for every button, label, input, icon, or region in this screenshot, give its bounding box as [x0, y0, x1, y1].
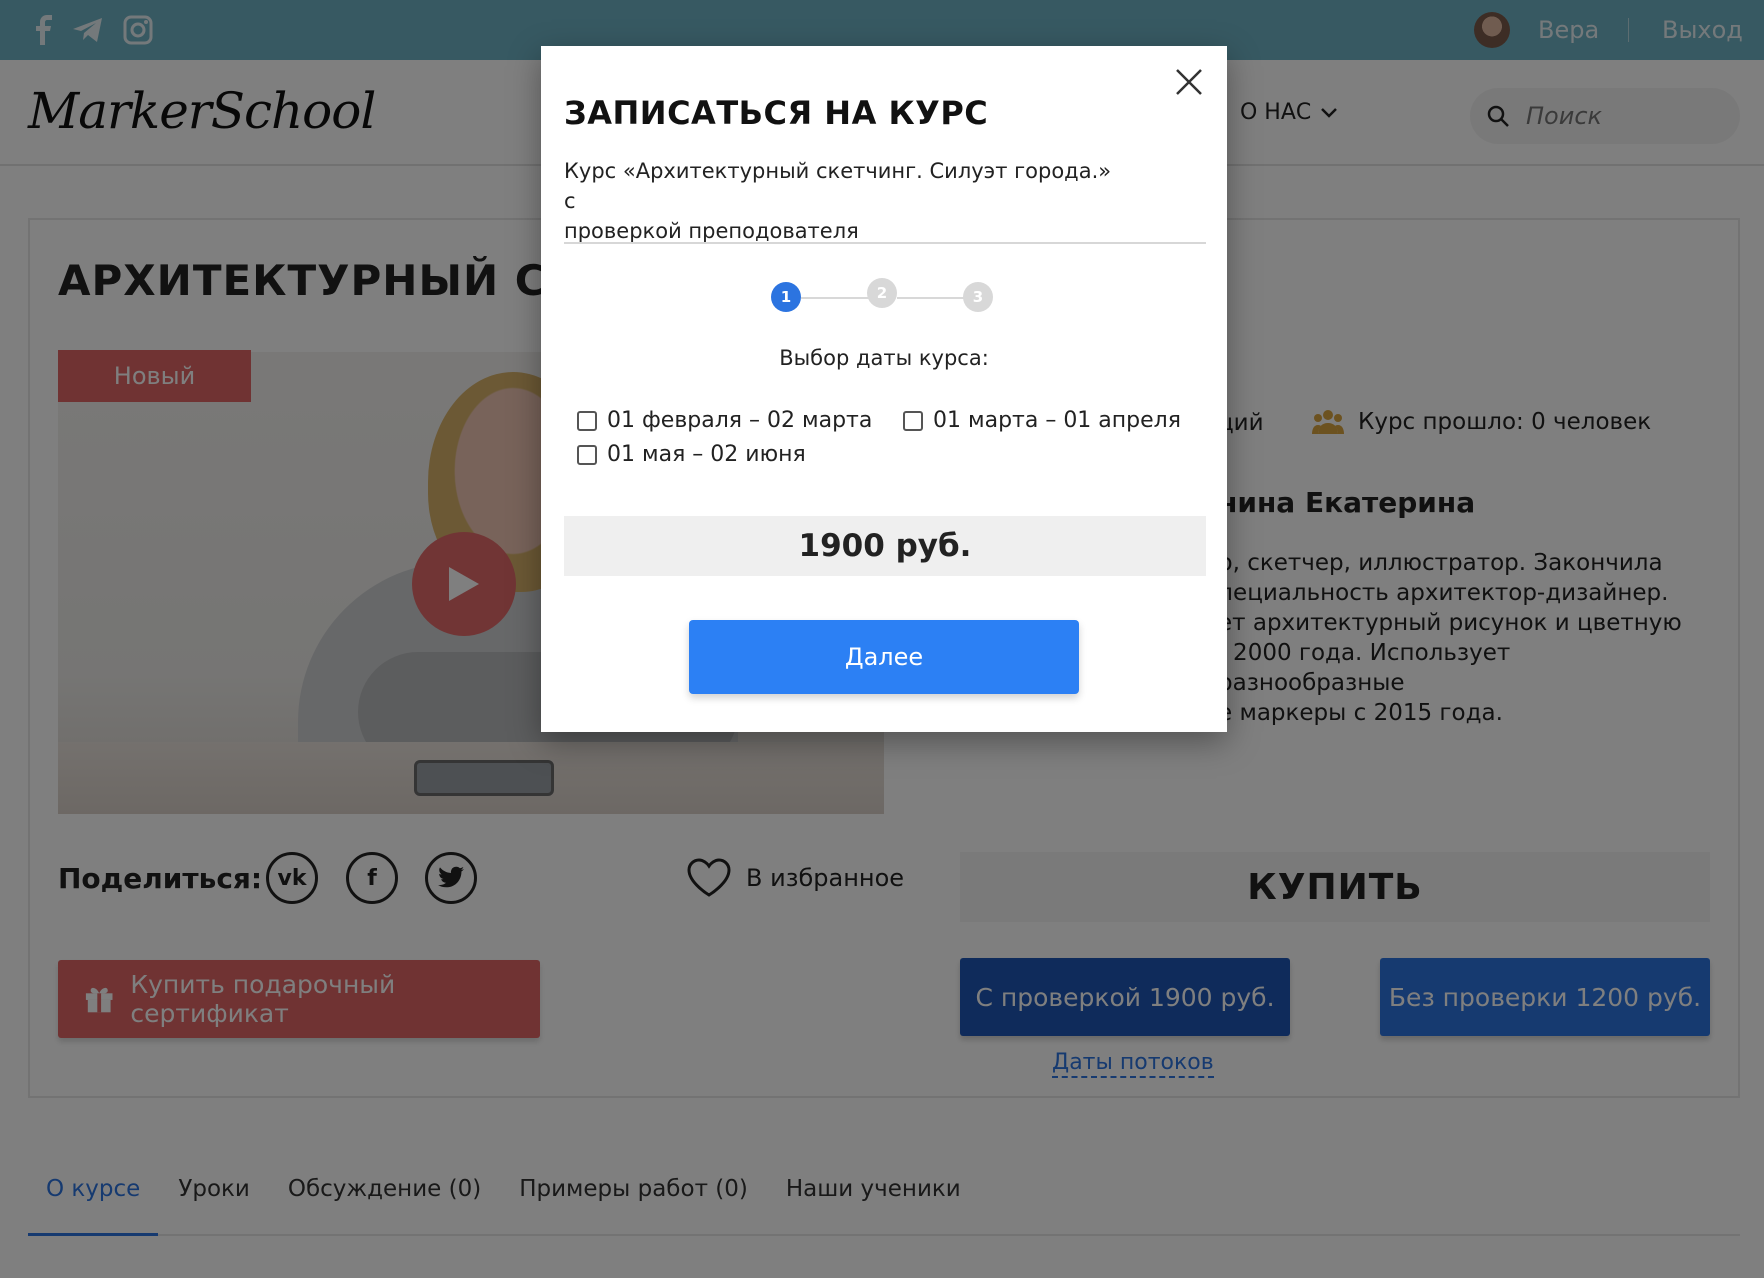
modal-description: Курс «Архитектурный скетчинг. Силуэт гор…	[564, 156, 1124, 246]
step-2: 2	[867, 278, 897, 308]
modal-title: ЗАПИСАТЬСЯ НА КУРС	[564, 94, 989, 132]
close-button[interactable]	[1167, 60, 1211, 104]
date-option-label: 01 марта – 01 апреля	[933, 408, 1181, 433]
date-option[interactable]: 01 мая – 02 июня	[577, 442, 806, 467]
modal-description-line: Курс «Архитектурный скетчинг. Силуэт гор…	[564, 159, 1112, 213]
date-choose-label: Выбор даты курса:	[779, 346, 989, 370]
close-icon	[1176, 69, 1202, 95]
checkbox[interactable]	[577, 410, 597, 431]
divider	[564, 242, 1206, 244]
date-option-label: 01 февраля – 02 марта	[607, 408, 873, 433]
price-display: 1900 руб.	[564, 516, 1206, 576]
checkbox[interactable]	[577, 444, 597, 465]
date-option-label: 01 мая – 02 июня	[607, 442, 806, 467]
step-1: 1	[771, 282, 801, 312]
date-option[interactable]: 01 марта – 01 апреля	[903, 408, 1181, 433]
enroll-modal: ЗАПИСАТЬСЯ НА КУРС Курс «Архитектурный с…	[541, 46, 1227, 732]
date-option[interactable]: 01 февраля – 02 марта	[577, 408, 872, 433]
next-button[interactable]: Далее	[689, 620, 1079, 694]
step-indicator: 1 2 3	[771, 278, 1001, 314]
step-connector	[801, 297, 871, 299]
step-3: 3	[963, 282, 993, 312]
checkbox[interactable]	[903, 410, 923, 431]
step-connector	[897, 297, 967, 299]
